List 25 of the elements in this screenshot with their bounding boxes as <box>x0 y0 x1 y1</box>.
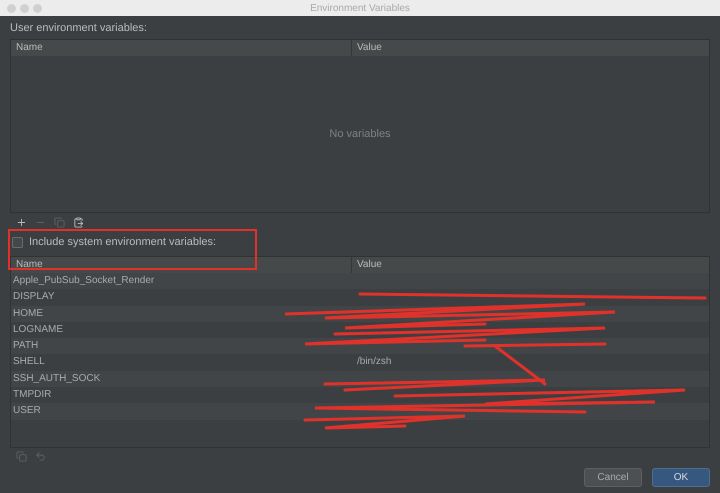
paste-icon[interactable] <box>73 216 84 228</box>
section-label: User environment variables: <box>10 21 148 35</box>
window-title: Environment Variables <box>310 2 410 16</box>
checkbox-label: Include system environment variables: <box>29 234 216 250</box>
add-icon[interactable] <box>16 216 27 228</box>
column-header[interactable]: Value <box>352 40 709 56</box>
column-header[interactable]: Name <box>11 40 352 56</box>
table-cell-text: USER <box>12 404 42 418</box>
table-cell-text: TMPDIR <box>12 388 52 402</box>
copy-icon[interactable] <box>54 216 65 228</box>
table-cell-text: /bin/zsh <box>356 355 392 370</box>
table-cell-text: DISPLAY <box>12 290 56 304</box>
table-cell-text: SHELL <box>12 355 46 370</box>
column-header[interactable]: Value <box>352 257 709 273</box>
ok-button[interactable]: OK <box>652 468 710 487</box>
empty-text: No variables <box>329 126 391 142</box>
table-cell-text: SSH_AUTH_SOCK <box>12 372 102 386</box>
cancel-button[interactable]: Cancel <box>584 468 642 487</box>
table-cell-text: LOGNAME <box>12 322 64 337</box>
copy-icon[interactable] <box>16 450 27 462</box>
checkbox[interactable] <box>12 236 23 248</box>
table-cell-text: PATH <box>12 339 40 354</box>
table-cell-text: Apple_PubSub_Socket_Render <box>12 274 156 288</box>
table-cell-text: HOME <box>12 306 44 321</box>
undo-icon[interactable] <box>35 450 46 462</box>
